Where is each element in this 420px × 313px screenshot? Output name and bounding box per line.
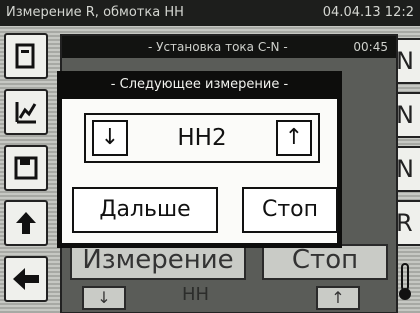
mid-down-arrow: ↓ <box>97 288 111 307</box>
chart-button[interactable] <box>4 89 48 135</box>
measure-button-label: Измерение <box>82 245 234 275</box>
title-bar: Измерение R, обмотка НН 04.04.13 12:2 <box>0 0 420 26</box>
right-button-3-label: N <box>396 155 414 183</box>
current-setup-header: - Установка тока С-N - 00:45 <box>62 36 396 58</box>
current-setup-timer: 00:45 <box>353 40 388 54</box>
device-screen: Измерение R, обмотка НН 04.04.13 12:2 N … <box>0 0 420 313</box>
upload-icon <box>6 202 46 244</box>
datetime: 04.04.13 12:2 <box>322 5 414 20</box>
current-setup-title: - Установка тока С-N - <box>148 40 288 54</box>
next-measurement-dialog: - Следующее измерение - ↓ НН2 ↑ Дальше С… <box>57 71 342 248</box>
save-icon <box>6 147 46 189</box>
arrow-up-icon: ↑ <box>284 125 304 150</box>
mid-up-button[interactable]: ↑ <box>316 286 360 310</box>
right-button-2-label: N <box>396 101 414 129</box>
previous-button[interactable]: ↓ <box>92 120 128 156</box>
dialog-title: - Следующее измерение - <box>110 77 289 92</box>
dialog-body: ↓ НН2 ↑ Дальше Стоп <box>62 99 338 243</box>
stop-button-label: Стоп <box>261 197 319 222</box>
document-button[interactable] <box>4 33 48 79</box>
mid-up-arrow: ↑ <box>331 288 345 307</box>
save-button[interactable] <box>4 145 48 191</box>
mid-down-button[interactable]: ↓ <box>82 286 126 310</box>
document-icon <box>6 35 46 77</box>
back-button[interactable] <box>4 256 48 302</box>
chart-icon <box>6 91 46 133</box>
screen-title: Измерение R, обмотка НН <box>6 5 184 20</box>
right-button-4-label: R <box>396 209 413 237</box>
selected-winding: НН2 <box>177 125 227 151</box>
mid-stop-button[interactable]: Стоп <box>262 244 388 280</box>
next-button[interactable]: Дальше <box>72 187 218 233</box>
next-item-button[interactable]: ↑ <box>276 120 312 156</box>
upload-button[interactable] <box>4 200 48 246</box>
right-button-1-label: N <box>396 47 414 75</box>
back-arrow-icon <box>6 258 46 300</box>
stop-button[interactable]: Стоп <box>242 187 338 233</box>
arrow-down-icon: ↓ <box>100 125 120 150</box>
next-button-label: Дальше <box>99 197 191 222</box>
winding-selector: ↓ НН2 ↑ <box>84 113 320 163</box>
mid-bottom-value: НН <box>182 284 210 305</box>
mid-stop-button-label: Стоп <box>291 245 359 275</box>
measure-button[interactable]: Измерение <box>70 244 246 280</box>
